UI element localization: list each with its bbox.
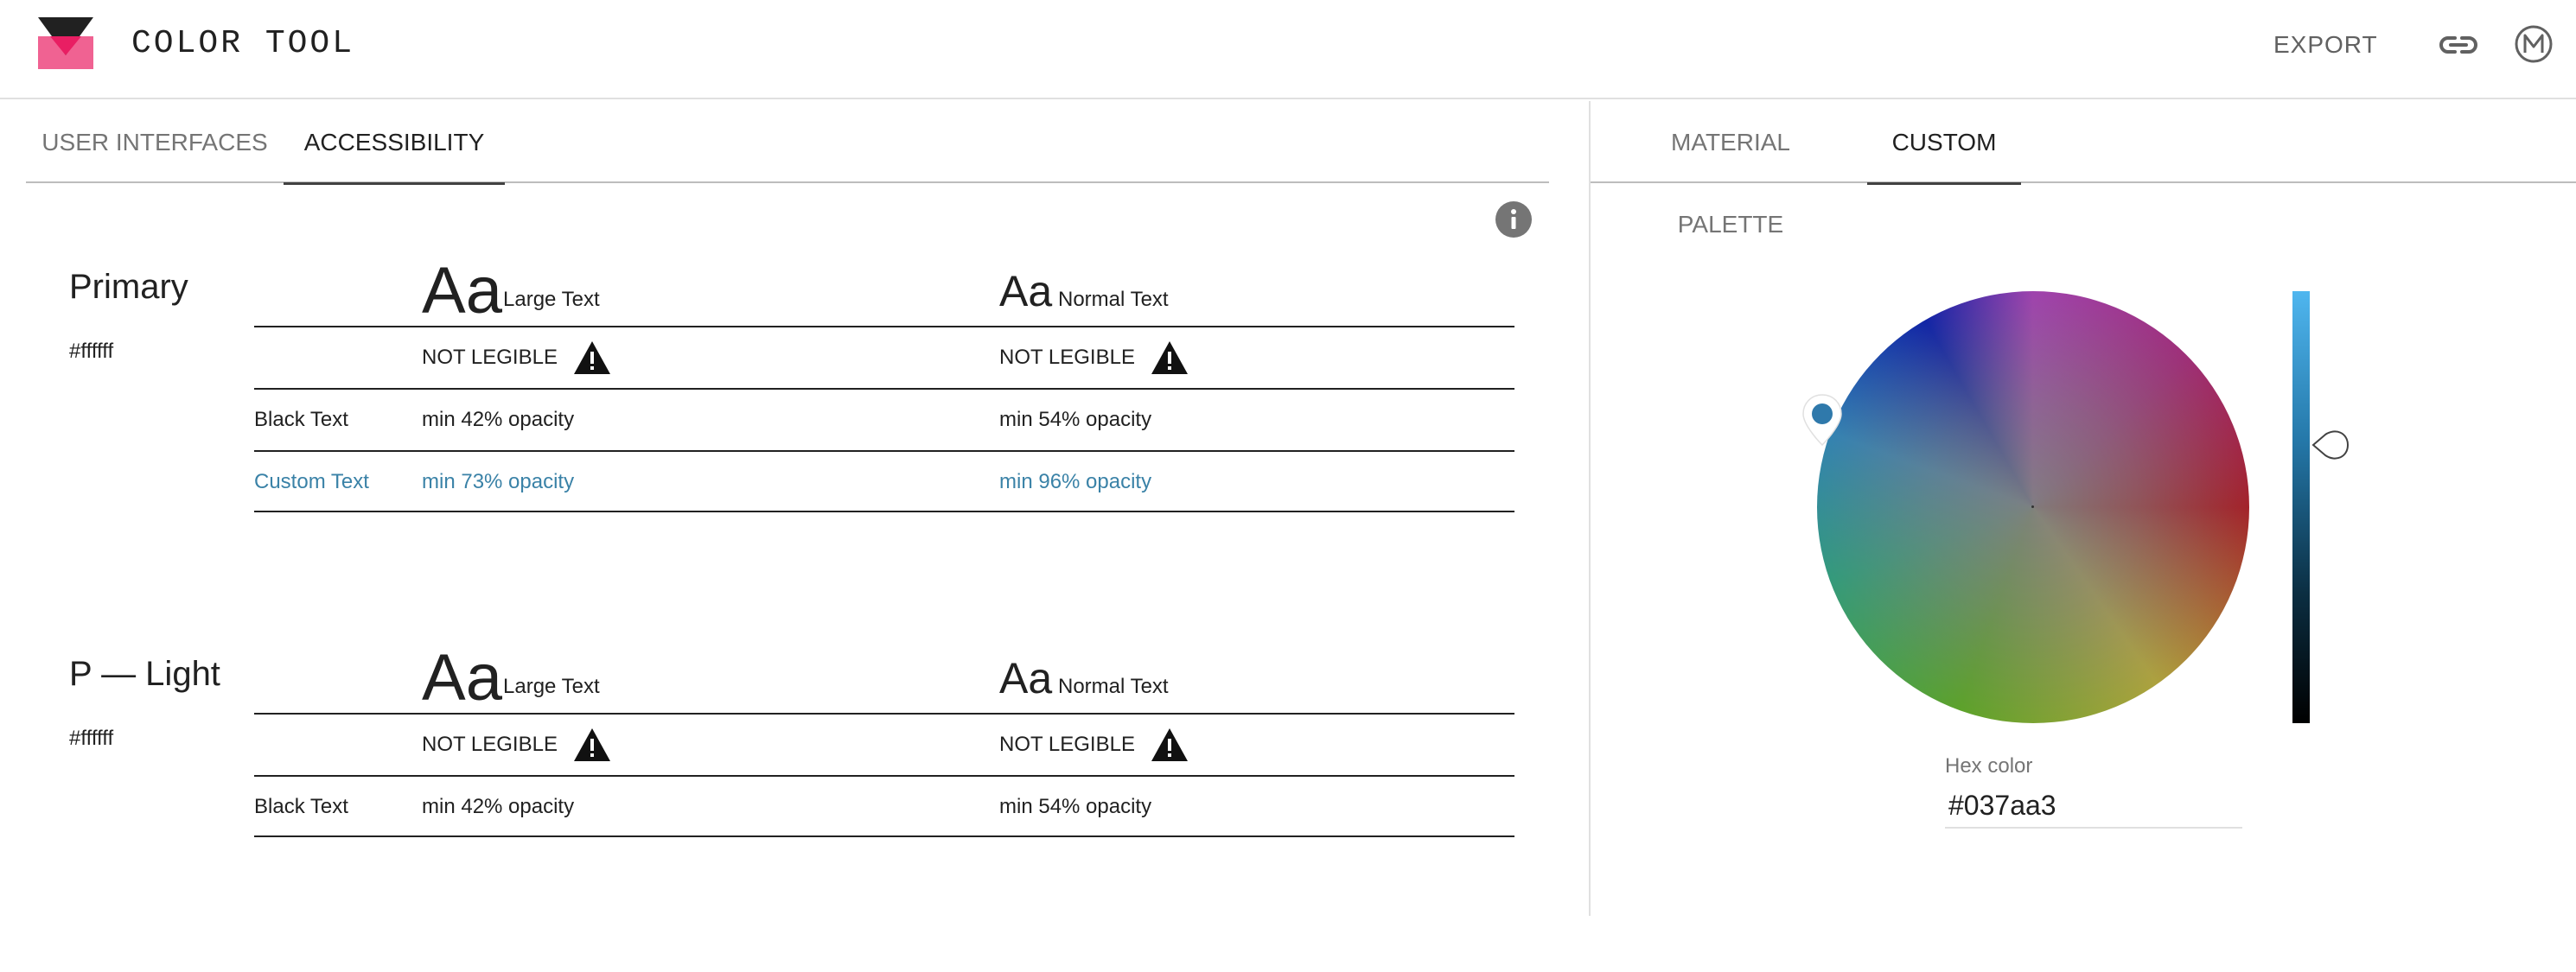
app-title: COLOR TOOL [131,25,355,62]
hex-color-label: Hex color [1945,754,2033,778]
status-cell: NOT LEGIBLE [422,715,611,775]
accessibility-panel: USER INTERFACES ACCESSIBILITY Primary #f… [0,101,1589,916]
left-tab-bar: USER INTERFACES ACCESSIBILITY [26,101,1549,185]
section-hex: #ffffff [69,727,114,750]
table-row: NOT LEGIBLE NOT LEGIBLE [254,326,1514,388]
color-section-p-light: P — Light #ffffff Aa Large Text Aa Norma… [0,644,1589,972]
table-row: Custom Text min 73% opacity min 96% opac… [254,450,1514,512]
warning-triangle-icon [573,728,610,761]
warning-triangle-icon [1151,341,1188,374]
row-label: Black Text [254,795,348,818]
status-text: NOT LEGIBLE [999,733,1135,756]
large-opacity-value: min 42% opacity [422,795,575,818]
link-icon[interactable] [2438,26,2479,64]
row-label: Custom Text [254,470,369,493]
status-text: NOT LEGIBLE [999,346,1135,369]
legibility-table: NOT LEGIBLE NOT LEGIBLE Black Text min 4… [254,713,1514,837]
color-wheel-handle[interactable] [1801,393,1843,447]
status-text: NOT LEGIBLE [422,346,558,369]
value-slider-handle[interactable] [2310,426,2351,464]
large-text-label: Large Text [503,288,600,311]
wheel-center-dot [2031,505,2034,508]
color-tool-logo [38,17,93,69]
color-picker-panel: MATERIAL PALETTE CUSTOM Hex color [1591,101,2576,916]
export-button[interactable]: EXPORT [2273,26,2378,64]
tab-material-palette[interactable]: MATERIAL PALETTE [1620,101,1841,238]
warning-triangle-icon [1151,728,1188,761]
section-title: Primary [69,268,188,306]
normal-opacity-value: min 54% opacity [999,795,1152,818]
tab-accessibility[interactable]: ACCESSIBILITY [284,101,505,185]
normal-text-label: Normal Text [1058,288,1169,311]
large-text-label: Large Text [503,675,600,698]
warning-triangle-icon [573,341,610,374]
normal-opacity-value: min 54% opacity [999,408,1152,431]
right-tab-bar: MATERIAL PALETTE CUSTOM [1591,101,2576,238]
large-text-sample: Aa [422,641,502,715]
normal-opacity-value: min 96% opacity [999,470,1152,493]
material-m-icon[interactable] [2514,22,2554,66]
status-text: NOT LEGIBLE [422,733,558,756]
normal-text-label: Normal Text [1058,675,1169,698]
large-opacity-value: min 42% opacity [422,408,575,431]
section-hex: #ffffff [69,340,114,363]
status-cell: NOT LEGIBLE [999,327,1189,388]
status-cell: NOT LEGIBLE [422,327,611,388]
large-opacity-value: min 73% opacity [422,470,575,493]
normal-text-sample: Aa [999,267,1053,315]
table-row: Black Text min 42% opacity min 54% opaci… [254,775,1514,837]
tab-custom[interactable]: CUSTOM [1867,101,2021,185]
large-text-sample: Aa [422,254,502,327]
hex-color-input[interactable] [1945,784,2242,829]
value-slider[interactable] [2292,291,2310,723]
section-title: P — Light [69,655,220,693]
tab-user-interfaces[interactable]: USER INTERFACES [26,101,284,183]
table-row: NOT LEGIBLE NOT LEGIBLE [254,713,1514,775]
row-label: Black Text [254,408,348,431]
app-header: COLOR TOOL EXPORT [0,0,2576,99]
color-section-primary: Primary #ffffff Aa Large Text Aa Normal … [0,257,1589,585]
normal-text-sample: Aa [999,654,1053,702]
legibility-table: NOT LEGIBLE NOT LEGIBLE Black Text min 4… [254,326,1514,512]
info-icon[interactable] [1495,200,1533,238]
table-row: Black Text min 42% opacity min 54% opaci… [254,388,1514,450]
status-cell: NOT LEGIBLE [999,715,1189,775]
